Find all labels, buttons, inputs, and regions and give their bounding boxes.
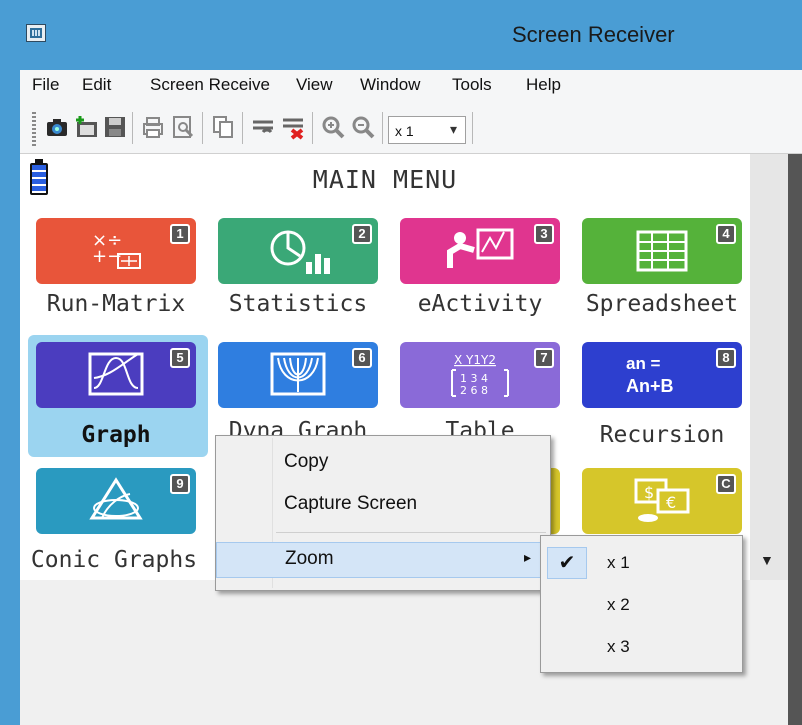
zoom-select-value: x 1 <box>395 123 414 139</box>
spreadsheet-icon <box>636 230 688 272</box>
scroll-down-arrow[interactable]: ▼ <box>760 552 774 568</box>
tile-eactivity[interactable]: 3 <box>400 218 560 284</box>
zoom-option-x3[interactable]: x 3 <box>541 628 742 666</box>
graph-icon <box>88 352 144 396</box>
menu-view[interactable]: View <box>296 75 333 95</box>
tile-label-graph: Graph <box>81 422 151 448</box>
conic-graphs-icon <box>89 477 143 520</box>
tile-label-run-matrix: Run-Matrix <box>46 291 186 317</box>
context-menu-copy[interactable]: Copy <box>216 444 550 480</box>
tile-dyna-graph[interactable]: 6 <box>218 342 378 408</box>
zoom-option-x2[interactable]: x 2 <box>541 586 742 624</box>
tile-number: 6 <box>352 348 372 368</box>
tile-number: 1 <box>170 224 190 244</box>
eactivity-icon <box>447 228 514 268</box>
window-right-edge <box>788 154 802 725</box>
svg-text:$: $ <box>644 483 654 502</box>
tile-statistics[interactable]: 2 <box>218 218 378 284</box>
context-menu-capture-screen[interactable]: Capture Screen <box>216 486 550 522</box>
title-bar: Screen Receiver <box>0 0 802 70</box>
tile-number: 8 <box>716 348 736 368</box>
run-matrix-icon: ×÷+− <box>92 230 141 269</box>
tile-number: 2 <box>352 224 372 244</box>
tile-conic-graphs[interactable]: 9 <box>36 468 196 534</box>
dyna-graph-icon <box>270 352 326 396</box>
print-icon[interactable] <box>140 114 166 140</box>
screen-scrollbar[interactable] <box>750 154 788 580</box>
tile-label-statistics: Statistics <box>228 291 368 317</box>
context-menu-zoom[interactable]: Zoom ▸ <box>216 542 550 578</box>
tile-number: 5 <box>170 348 190 368</box>
tile-number: 4 <box>716 224 736 244</box>
new-folder-icon[interactable] <box>74 114 100 140</box>
toolbar: x 1 ▾ <box>20 102 802 154</box>
zoom-select[interactable]: x 1 ▾ <box>388 116 466 144</box>
tile-number: 3 <box>534 224 554 244</box>
context-menu: Copy Capture Screen Zoom ▸ <box>215 435 551 591</box>
tile-graph[interactable]: 5 <box>36 342 196 408</box>
main-menu-title: MAIN MENU <box>312 165 458 194</box>
submenu-arrow-icon: ▸ <box>523 549 531 565</box>
svg-text:2 6 8: 2 6 8 <box>460 384 488 397</box>
menu-window[interactable]: Window <box>360 75 420 95</box>
zoom-option-x1[interactable]: ✔ x 1 <box>541 544 742 582</box>
recursion-formula-line1: an = <box>626 354 661 373</box>
camera-icon[interactable] <box>44 114 70 140</box>
tile-recursion[interactable]: an = An+B 8 <box>582 342 742 408</box>
financial-icon: $€ <box>634 478 690 522</box>
table-icon: X Y1Y21 3 42 6 8 <box>451 353 509 397</box>
tile-label-spreadsheet: Spreadsheet <box>585 291 739 317</box>
tile-run-matrix[interactable]: ×÷ +− 1 <box>36 218 196 284</box>
tile-label-conic-graphs: Conic Graphs <box>30 547 198 573</box>
tile-number: C <box>716 474 736 494</box>
recursion-formula-line2: An+B <box>626 376 674 396</box>
toolbar-grip[interactable] <box>32 112 36 146</box>
tile-label-eactivity: eActivity <box>417 291 543 317</box>
connect-icon[interactable] <box>250 114 276 140</box>
table-header-text: X Y1Y2 <box>454 353 496 367</box>
window-title: Screen Receiver <box>512 22 675 47</box>
save-icon[interactable] <box>102 114 128 140</box>
menu-edit[interactable]: Edit <box>82 75 111 95</box>
menu-tools[interactable]: Tools <box>452 75 492 95</box>
menu-bar: File Edit Screen Receive View Window Too… <box>20 70 802 102</box>
disconnect-icon[interactable] <box>280 114 306 140</box>
tile-spreadsheet[interactable]: 4 <box>582 218 742 284</box>
menu-file[interactable]: File <box>32 75 59 95</box>
chevron-down-icon: ▾ <box>449 121 457 137</box>
print-preview-icon[interactable] <box>170 114 196 140</box>
svg-text:€: € <box>666 493 676 512</box>
statistics-icon <box>270 230 330 274</box>
tile-number: 7 <box>534 348 554 368</box>
menu-screen-receive[interactable]: Screen Receive <box>150 75 270 95</box>
zoom-out-icon[interactable] <box>350 114 376 140</box>
tile-label-recursion: Recursion <box>599 422 725 448</box>
menu-help[interactable]: Help <box>526 75 561 95</box>
copy-icon[interactable] <box>210 114 236 140</box>
zoom-submenu: ✔ x 1 x 2 x 3 <box>540 535 743 673</box>
tile-number: 9 <box>170 474 190 494</box>
tile-financial[interactable]: $ € C <box>582 468 742 534</box>
zoom-in-icon[interactable] <box>320 114 346 140</box>
checkmark-icon: ✔ <box>547 547 587 579</box>
tile-table[interactable]: X Y1Y2 1 3 42 6 8 7 <box>400 342 560 408</box>
app-icon[interactable] <box>26 24 46 42</box>
